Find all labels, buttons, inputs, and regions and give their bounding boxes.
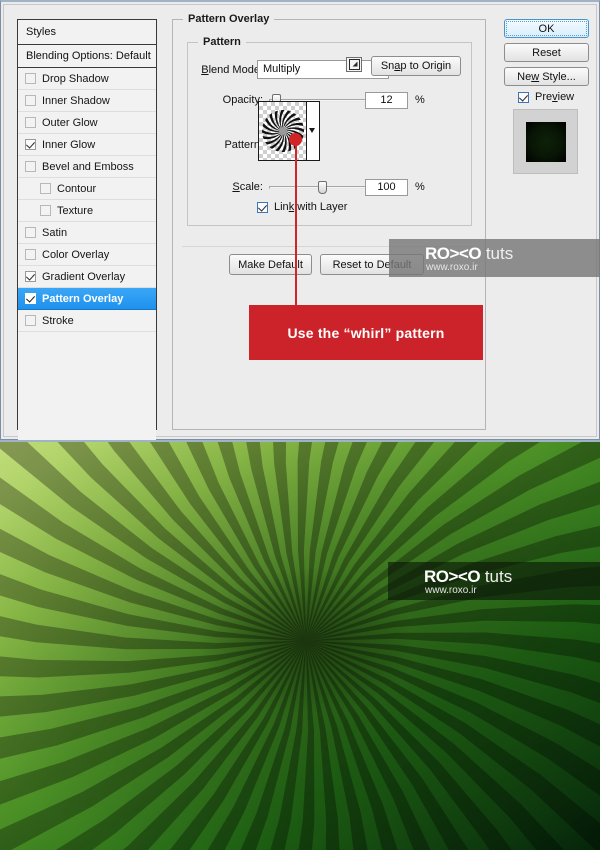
blending-options-row[interactable]: Blending Options: Default [18, 45, 156, 68]
watermark-bottom: RO><O tuts www.roxo.ir [388, 562, 600, 600]
preview-checkbox[interactable]: Preview [518, 91, 574, 103]
style-row-label: Gradient Overlay [42, 270, 126, 283]
style-row[interactable]: Outer Glow [18, 112, 156, 134]
style-row-label: Texture [57, 204, 94, 217]
scale-slider-thumb[interactable] [318, 181, 327, 194]
checkbox-unchecked-icon[interactable] [25, 73, 36, 84]
scale-input[interactable]: 100 [365, 179, 408, 196]
blend-mode-select[interactable]: Multiply [257, 60, 389, 79]
pattern-picker[interactable] [258, 101, 320, 161]
style-row[interactable]: Inner Shadow [18, 90, 156, 112]
scale-unit: % [415, 181, 425, 193]
image-top-border [0, 440, 600, 442]
new-style-button[interactable]: New Style... [504, 67, 589, 86]
watermark-brand-bold-2: RO><O [424, 567, 481, 586]
style-row[interactable]: Color Overlay [18, 244, 156, 266]
style-row[interactable]: Satin [18, 222, 156, 244]
watermark-brand-bold: RO><O [425, 244, 482, 263]
annotation-callout: Use the “whirl” pattern [249, 305, 483, 360]
watermark-url-2: www.roxo.ir [425, 585, 477, 596]
styles-panel: Styles Blending Options: Default Drop Sh… [17, 19, 157, 741]
whirl-sunburst-graphic [0, 440, 600, 850]
layer-style-dialog: Styles Blending Options: Default Drop Sh… [0, 0, 600, 741]
checkbox-unchecked-icon[interactable] [40, 183, 51, 194]
preview-check-icon [518, 91, 529, 103]
style-row[interactable]: Stroke [18, 310, 156, 332]
link-with-layer-label: Link with Layer [274, 201, 348, 213]
make-default-button[interactable]: Make Default [229, 254, 312, 275]
ok-button[interactable]: OK [504, 19, 589, 38]
checkbox-unchecked-icon[interactable] [25, 249, 36, 260]
checkbox-checked-icon[interactable] [25, 271, 36, 282]
style-row[interactable]: Bevel and Emboss [18, 156, 156, 178]
focus-ring [506, 21, 587, 36]
style-row-label: Inner Glow [42, 138, 96, 151]
watermark-brand-2: RO><O tuts [424, 567, 512, 587]
checkbox-unchecked-icon[interactable] [25, 117, 36, 128]
opacity-input[interactable]: 12 [365, 92, 408, 109]
style-row-label: Contour [57, 182, 97, 195]
checkbox-unchecked-icon[interactable] [25, 161, 36, 172]
watermark-brand: RO><O tuts [425, 244, 513, 264]
styles-list: Drop Shadow Inner Shadow Outer Glow Inner G… [18, 68, 156, 332]
dialog-body: Styles Blending Options: Default Drop Sh… [3, 4, 597, 741]
watermark-top: RO><O tuts www.roxo.ir [389, 239, 600, 277]
pattern-overlay-group-title: Pattern Overlay [183, 13, 275, 25]
blend-mode-value: Multiply [263, 63, 301, 75]
pattern-thumbnail [259, 102, 307, 160]
style-row-label: Color Overlay [42, 248, 110, 261]
style-row-label: Drop Shadow [42, 72, 109, 85]
checkbox-unchecked-icon[interactable] [40, 205, 51, 216]
checkbox-unchecked-icon[interactable] [25, 315, 36, 326]
style-row-label: Bevel and Emboss [42, 160, 134, 173]
watermark-brand-light: tuts [481, 244, 514, 263]
style-row-label: Satin [42, 226, 68, 239]
preview-thumbnail-box [513, 109, 578, 174]
scale-label: Scale: [232, 181, 263, 193]
style-row[interactable]: Inner Glow [18, 134, 156, 156]
reset-label: Reset [532, 46, 561, 59]
preview-label: Preview [535, 91, 575, 103]
style-row[interactable]: Contour [18, 178, 156, 200]
style-row-label: Outer Glow [42, 116, 98, 129]
preview-thumbnail [526, 122, 566, 162]
annotation-pointer-line [295, 139, 297, 307]
style-row[interactable]: Drop Shadow [18, 68, 156, 90]
reset-button[interactable]: Reset [504, 43, 589, 62]
new-style-label: New Style... [517, 70, 576, 83]
checkbox-checked-icon[interactable] [25, 293, 36, 304]
annotation-pointer-dot [289, 133, 302, 146]
watermark-brand-light-2: tuts [480, 567, 513, 586]
new-pattern-from-layer-button[interactable] [346, 57, 362, 72]
result-image: RO><O tuts www.roxo.ir [0, 440, 600, 850]
pattern-subgroup-title: Pattern [198, 36, 246, 48]
make-default-label: Make Default [238, 258, 303, 271]
whirl-pattern-icon [262, 110, 304, 152]
pattern-overlay-group: Pattern Overlay Pattern Blend Mode: Mult… [172, 13, 486, 430]
style-row[interactable]: Pattern Overlay [18, 288, 156, 310]
watermark-url: www.roxo.ir [426, 262, 478, 273]
checkbox-unchecked-icon[interactable] [25, 227, 36, 238]
style-row[interactable]: Texture [18, 200, 156, 222]
opacity-label: Opacity: [222, 94, 263, 106]
annotation-callout-text: Use the “whirl” pattern [287, 324, 445, 341]
screenshot-root: Styles Blending Options: Default Drop Sh… [0, 0, 600, 850]
style-row-label: Pattern Overlay [42, 292, 124, 305]
blend-mode-label: Blend Mode: [201, 64, 263, 76]
style-row[interactable]: Gradient Overlay [18, 266, 156, 288]
style-row-label: Stroke [42, 314, 74, 327]
styles-panel-header: Styles [18, 20, 156, 45]
link-with-layer-checkbox[interactable]: Link with Layer [257, 201, 347, 213]
pattern-label: Pattern: [224, 139, 263, 151]
checkbox-checked-icon[interactable] [25, 139, 36, 150]
style-row-label: Inner Shadow [42, 94, 110, 107]
pattern-chevron-down-icon[interactable] [309, 128, 315, 133]
new-pattern-icon [349, 59, 360, 70]
checkbox-unchecked-icon[interactable] [25, 95, 36, 106]
snap-to-origin-label: Snap to Origin [380, 60, 452, 72]
opacity-unit: % [415, 94, 425, 106]
link-with-layer-check-icon [257, 201, 268, 213]
snap-to-origin-button[interactable]: Snap to Origin [371, 56, 461, 76]
